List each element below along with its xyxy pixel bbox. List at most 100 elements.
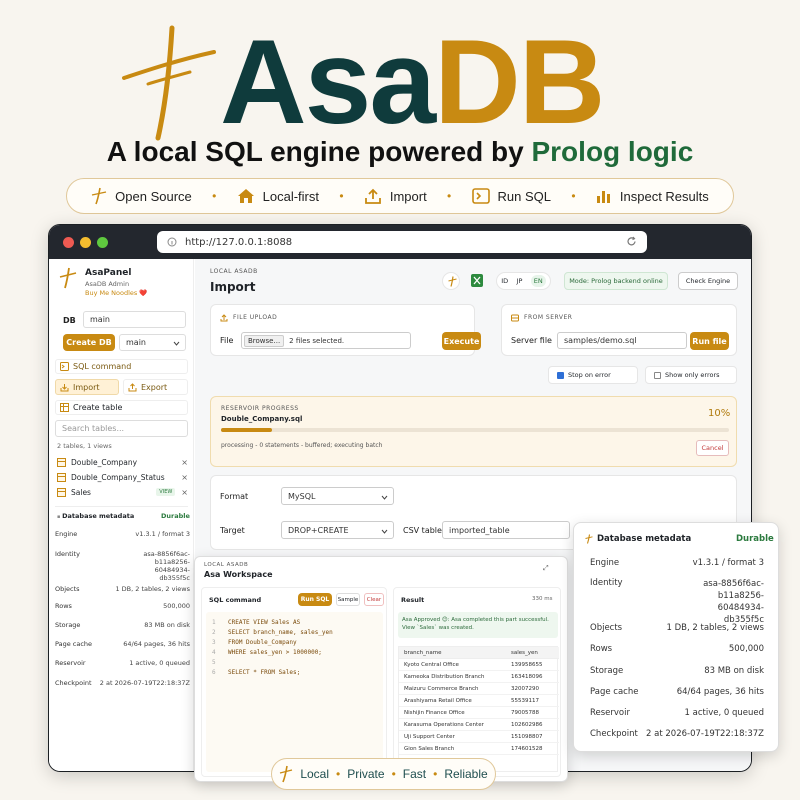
- db-label: DB: [63, 316, 76, 325]
- meta-row: Checkpoint 2 at 2026-07-19T22:18:37Z: [55, 679, 190, 687]
- import-icon: [60, 383, 69, 391]
- run-sql-button[interactable]: Run SQL: [298, 593, 332, 606]
- cell-sales-yen: 55539117: [511, 698, 539, 704]
- sql-command-link[interactable]: SQL command: [55, 359, 188, 374]
- approved-message: Asa Approved 😊: Asa completed this part …: [398, 612, 558, 638]
- remove-icon[interactable]: ×: [181, 488, 188, 497]
- db-select[interactable]: main: [119, 334, 186, 351]
- home-icon: [237, 189, 254, 203]
- query-time: 330 ms: [532, 596, 553, 602]
- execute-button[interactable]: Execute: [442, 332, 481, 350]
- meta-row: Identity asa-8856f6ac-b11a8256-60484934-d…: [55, 550, 190, 582]
- server-icon: [511, 314, 519, 322]
- cell-branch-name: Kameoka Distribution Branch: [404, 674, 485, 680]
- asadb-logo-icon: [118, 22, 218, 142]
- search-tables-input[interactable]: Search tables...: [55, 420, 188, 437]
- export-tab[interactable]: Export: [123, 379, 188, 395]
- reload-icon[interactable]: [626, 236, 637, 247]
- sql-command-label: SQL command: [209, 596, 262, 604]
- progress-status: processing - 0 statements - buffered; ex…: [221, 442, 383, 449]
- format-label: Format: [220, 492, 249, 501]
- check-engine-button[interactable]: Check Engine: [678, 272, 738, 290]
- reservoir-progress-card: RESERVOIR PROGRESS Double_Company.sql 10…: [210, 396, 737, 467]
- format-select[interactable]: MySQL: [281, 487, 394, 505]
- table-item[interactable]: Double_Company_Status ×: [55, 469, 188, 485]
- maximize-dot[interactable]: [97, 237, 108, 248]
- meta-row: Engine v1.3.1 / format 3: [55, 530, 190, 538]
- expand-icon[interactable]: ⤢: [543, 564, 549, 573]
- asadb-mark-icon: [280, 765, 293, 783]
- table-add-icon: [60, 403, 69, 412]
- workspace-breadcrumb: LOCAL ASADB: [204, 562, 249, 568]
- donate-link[interactable]: Buy Me Noodles ❤️: [85, 289, 147, 297]
- sql-icon: [60, 362, 69, 371]
- browse-button[interactable]: Browse...: [244, 334, 285, 347]
- target-select[interactable]: DROP+CREATE: [281, 521, 394, 539]
- sql-code-editor[interactable]: 123456 CREATE VIEW Sales AS SELECT branc…: [206, 612, 383, 772]
- table-row: Gion Sales Branch 174601528: [399, 743, 559, 755]
- from-server-card: FROM SERVER Server file samples/demo.sql…: [501, 304, 737, 356]
- sidebar-meta-title: ▪ Database metadata: [57, 512, 135, 520]
- mode-badge: Mode: Prolog backend online: [564, 272, 668, 290]
- create-table-link[interactable]: Create table: [55, 400, 188, 415]
- progress-track: [221, 428, 729, 432]
- cell-sales-yen: 139958655: [511, 662, 543, 668]
- table-row: Uji Support Center 151098807: [399, 731, 559, 743]
- table-item[interactable]: Sales VIEW ×: [55, 484, 188, 500]
- result-label: Result: [401, 596, 425, 604]
- chevron-down-icon: [381, 495, 388, 500]
- chevron-down-icon: [173, 341, 180, 346]
- sql-editor-card: SQL command Run SQL Sample Clear 123456 …: [201, 587, 387, 777]
- close-dot[interactable]: [63, 237, 74, 248]
- lang-en[interactable]: EN: [530, 275, 546, 287]
- run-file-button[interactable]: Run file: [690, 332, 729, 350]
- files-selected-text: 2 files selected.: [289, 336, 345, 345]
- file-upload-card: FILE UPLOAD File Browse... 2 files selec…: [210, 304, 481, 356]
- db-name-input[interactable]: main: [83, 311, 186, 328]
- bottom-private: Private: [347, 767, 385, 781]
- clear-button[interactable]: Clear: [364, 593, 384, 606]
- sample-button[interactable]: Sample: [336, 593, 360, 606]
- workspace-panel: LOCAL ASADB Asa Workspace ⤢ SQL command …: [194, 556, 568, 782]
- remove-icon[interactable]: ×: [181, 458, 188, 467]
- bottom-local: Local: [300, 767, 329, 781]
- asadb-mark-icon: [585, 534, 593, 544]
- file-input[interactable]: Browse... 2 files selected.: [241, 332, 411, 349]
- code-lines: CREATE VIEW Sales AS SELECT branch_name,…: [228, 618, 333, 678]
- csv-table-input[interactable]: imported_table: [442, 521, 570, 539]
- url-bar[interactable]: http://127.0.0.1:8088: [157, 231, 647, 253]
- import-tab[interactable]: Import: [55, 379, 119, 395]
- meta-row: Page cache 64/64 pages, 36 hits: [55, 640, 190, 648]
- table-item[interactable]: Double_Company ×: [55, 454, 188, 470]
- checkbox-empty-icon[interactable]: [654, 371, 661, 379]
- table-row: Maizuru Commerce Branch 32007290: [399, 683, 559, 695]
- create-db-button[interactable]: Create DB: [63, 334, 115, 351]
- meta-row: Storage 83 MB on disk: [55, 621, 190, 629]
- meta-row: Rows 500,000: [590, 644, 764, 654]
- progress-fill: [221, 428, 272, 432]
- spreadsheet-icon[interactable]: [471, 274, 483, 287]
- checkbox-checked-icon[interactable]: [557, 371, 564, 379]
- page-title: Import: [210, 280, 256, 294]
- show-only-errors-option[interactable]: Show only errors: [645, 366, 737, 384]
- cell-sales-yen: 102602986: [511, 722, 543, 728]
- progress-percent: 10%: [708, 408, 731, 419]
- file-upload-heading: FILE UPLOAD: [233, 314, 278, 321]
- remove-icon[interactable]: ×: [181, 473, 188, 482]
- cancel-button[interactable]: Cancel: [696, 440, 729, 456]
- feature-local-first: Local-first: [237, 188, 319, 204]
- bottom-reliable: Reliable: [444, 767, 488, 781]
- cell-sales-yen: 32007290: [511, 686, 539, 692]
- lang-jp[interactable]: JP: [517, 277, 523, 285]
- view-badge: VIEW: [156, 488, 176, 496]
- server-file-input[interactable]: samples/demo.sql: [557, 332, 687, 349]
- meta-row: Rows 500,000: [55, 602, 190, 610]
- stop-on-error-option[interactable]: Stop on error: [548, 366, 638, 384]
- minimize-dot[interactable]: [80, 237, 91, 248]
- table-icon: [57, 472, 66, 482]
- lang-id[interactable]: ID: [501, 277, 508, 285]
- tables-summary: 2 tables, 1 views: [57, 442, 112, 450]
- logo-badge[interactable]: [442, 272, 460, 290]
- bar-chart-icon: [596, 191, 610, 203]
